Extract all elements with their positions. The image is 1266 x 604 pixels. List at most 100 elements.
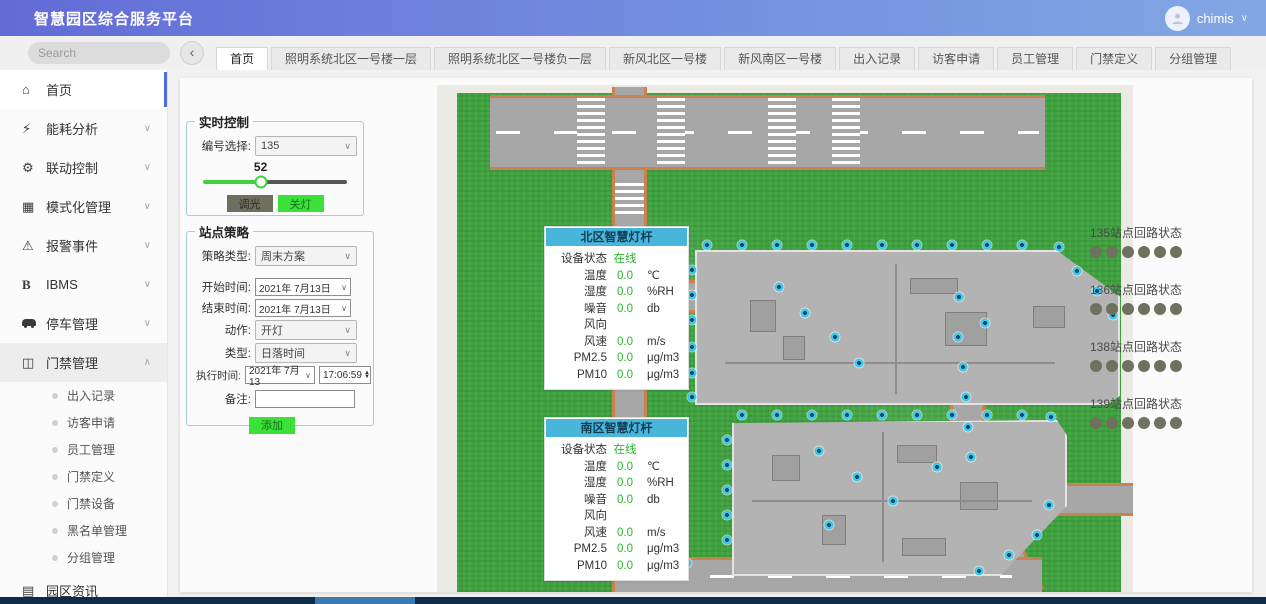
light-pole-marker[interactable]: [738, 411, 747, 420]
dim-button[interactable]: 调光: [227, 195, 273, 212]
sidebar-subitem-员工管理[interactable]: 员工管理: [0, 436, 167, 463]
horizontal-scrollbar[interactable]: [0, 597, 1266, 604]
light-pole-marker[interactable]: [723, 486, 732, 495]
kind-select[interactable]: 日落时间 ∨: [255, 343, 357, 363]
light-pole-marker[interactable]: [1005, 551, 1014, 560]
sidebar-item-模式化管理[interactable]: ▦模式化管理∨: [0, 187, 167, 226]
light-pole-marker[interactable]: [688, 393, 697, 402]
light-pole-marker[interactable]: [688, 291, 697, 300]
light-pole-marker[interactable]: [723, 511, 732, 520]
light-pole-marker[interactable]: [959, 363, 968, 372]
sidebar-item-门禁管理[interactable]: ◫门禁管理∧: [0, 343, 167, 382]
sidebar-subitem-黑名单管理[interactable]: 黑名单管理: [0, 517, 167, 544]
strategy-type-select[interactable]: 周末方案 ∨: [255, 246, 357, 266]
exec-date-picker[interactable]: 2021年 7月13 ∨: [245, 366, 315, 384]
light-pole-marker[interactable]: [948, 411, 957, 420]
park-map[interactable]: 北区智慧灯杆 设备状态在线温度0.0℃湿度0.0%RH噪音0.0db风向风速0.…: [437, 85, 1133, 592]
action-select[interactable]: 开灯 ∨: [255, 320, 357, 340]
add-button[interactable]: 添加: [249, 417, 295, 434]
user-menu[interactable]: chimis ∨: [1165, 6, 1248, 31]
light-pole-marker[interactable]: [688, 369, 697, 378]
light-pole-marker[interactable]: [967, 453, 976, 462]
light-pole-marker[interactable]: [815, 447, 824, 456]
sidebar-item-首页[interactable]: ⌂首页: [0, 70, 167, 109]
light-pole-marker[interactable]: [688, 266, 697, 275]
sidebar-subitem-分组管理[interactable]: 分组管理: [0, 544, 167, 571]
light-pole-marker[interactable]: [808, 411, 817, 420]
search-input[interactable]: [38, 46, 193, 60]
light-pole-marker[interactable]: [703, 241, 712, 250]
tab-分组管理[interactable]: 分组管理: [1155, 47, 1231, 70]
sidebar-subitem-门禁设备[interactable]: 门禁设备: [0, 490, 167, 517]
light-pole-marker[interactable]: [983, 411, 992, 420]
light-pole-marker[interactable]: [723, 436, 732, 445]
light-pole-marker[interactable]: [808, 241, 817, 250]
light-pole-marker[interactable]: [831, 333, 840, 342]
light-pole-marker[interactable]: [913, 241, 922, 250]
chevron-down-icon[interactable]: ∨: [1241, 13, 1248, 24]
light-pole-marker[interactable]: [933, 463, 942, 472]
search-box[interactable]: [28, 42, 170, 64]
light-pole-marker[interactable]: [1055, 243, 1064, 252]
tab-照明系统北区一号楼一层[interactable]: 照明系统北区一号楼一层: [271, 47, 431, 70]
light-pole-marker[interactable]: [688, 343, 697, 352]
light-pole-marker[interactable]: [1018, 241, 1027, 250]
light-pole-marker[interactable]: [975, 567, 984, 576]
light-pole-marker[interactable]: [1018, 411, 1027, 420]
light-pole-marker[interactable]: [843, 411, 852, 420]
light-pole-marker[interactable]: [723, 461, 732, 470]
light-off-button[interactable]: 关灯: [278, 195, 324, 212]
light-pole-marker[interactable]: [825, 521, 834, 530]
number-select[interactable]: 135 ∨: [255, 136, 357, 156]
light-pole-marker[interactable]: [773, 411, 782, 420]
sidebar-subitem-门禁定义[interactable]: 门禁定义: [0, 463, 167, 490]
light-pole-marker[interactable]: [981, 319, 990, 328]
light-pole-marker[interactable]: [1033, 531, 1042, 540]
dimming-slider[interactable]: 52: [203, 160, 347, 190]
light-pole-marker[interactable]: [948, 241, 957, 250]
sidebar-subitem-访客申请[interactable]: 访客申请: [0, 409, 167, 436]
tab-首页[interactable]: 首页: [216, 47, 268, 70]
slider-track[interactable]: [203, 180, 347, 184]
light-pole-marker[interactable]: [878, 411, 887, 420]
sidebar-item-IBMS[interactable]: BIBMS∨: [0, 265, 167, 304]
tab-员工管理[interactable]: 员工管理: [997, 47, 1073, 70]
end-date-picker[interactable]: 2021年 7月13日 ∨: [255, 299, 351, 317]
light-pole-marker[interactable]: [955, 293, 964, 302]
avatar[interactable]: [1165, 6, 1190, 31]
light-pole-marker[interactable]: [775, 283, 784, 292]
spinner-arrows-icon[interactable]: ▲▼: [364, 371, 370, 379]
sidebar-item-园区资讯[interactable]: ▤园区资讯: [0, 571, 167, 597]
start-date-picker[interactable]: 2021年 7月13日 ∨: [255, 278, 351, 296]
sidebar-item-停车管理[interactable]: 停车管理∨: [0, 304, 167, 343]
sidebar-item-联动控制[interactable]: ⚙联动控制∨: [0, 148, 167, 187]
tab-门禁定义[interactable]: 门禁定义: [1076, 47, 1152, 70]
light-pole-marker[interactable]: [773, 241, 782, 250]
light-pole-marker[interactable]: [723, 536, 732, 545]
light-pole-marker[interactable]: [1073, 267, 1082, 276]
tab-出入记录[interactable]: 出入记录: [839, 47, 915, 70]
light-pole-marker[interactable]: [962, 393, 971, 402]
light-pole-marker[interactable]: [954, 333, 963, 342]
tab-照明系统北区一号楼负一层[interactable]: 照明系统北区一号楼负一层: [434, 47, 606, 70]
light-pole-marker[interactable]: [853, 473, 862, 482]
tab-新风南区一号楼[interactable]: 新风南区一号楼: [724, 47, 836, 70]
scrollbar-thumb[interactable]: [315, 597, 415, 604]
sidebar-subitem-出入记录[interactable]: 出入记录: [0, 382, 167, 409]
light-pole-marker[interactable]: [964, 423, 973, 432]
tab-新风北区一号楼[interactable]: 新风北区一号楼: [609, 47, 721, 70]
light-pole-marker[interactable]: [688, 316, 697, 325]
light-pole-marker[interactable]: [878, 241, 887, 250]
sidebar-item-报警事件[interactable]: ⚠报警事件∨: [0, 226, 167, 265]
light-pole-marker[interactable]: [855, 359, 864, 368]
note-input[interactable]: [255, 390, 355, 408]
light-pole-marker[interactable]: [1047, 413, 1056, 422]
light-pole-marker[interactable]: [913, 411, 922, 420]
light-pole-marker[interactable]: [801, 309, 810, 318]
light-pole-marker[interactable]: [983, 241, 992, 250]
light-pole-marker[interactable]: [1045, 501, 1054, 510]
collapse-sidebar-button[interactable]: ‹: [180, 41, 204, 65]
slider-handle[interactable]: [254, 176, 267, 189]
tab-访客申请[interactable]: 访客申请: [918, 47, 994, 70]
light-pole-marker[interactable]: [738, 241, 747, 250]
